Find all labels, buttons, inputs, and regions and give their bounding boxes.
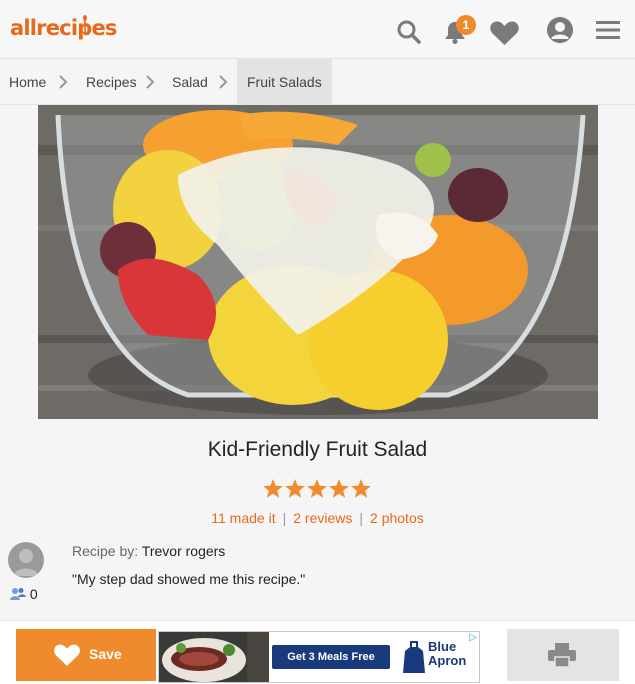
recipe-photo[interactable] — [38, 105, 598, 419]
apron-icon — [403, 641, 425, 673]
author-name[interactable]: Trevor rogers — [142, 543, 226, 559]
action-bar: Save Get 3 Meals Free Blue Apron ▷ — [0, 620, 635, 684]
printer-icon — [548, 643, 576, 667]
print-button[interactable] — [507, 629, 619, 681]
breadcrumb-fruit-salads[interactable]: Fruit Salads — [237, 59, 332, 104]
recipe-byline: Recipe by: Trevor rogers — [72, 543, 225, 559]
search-icon[interactable] — [396, 19, 422, 45]
ad-cta-button[interactable]: Get 3 Meals Free — [272, 645, 390, 669]
heart-icon[interactable] — [489, 20, 520, 46]
followers-count[interactable]: 0 — [10, 586, 38, 602]
author-avatar[interactable] — [8, 542, 44, 578]
chevron-right-icon — [146, 75, 155, 89]
ad-choices-icon[interactable]: ▷ — [469, 632, 477, 643]
save-label: Save — [89, 646, 122, 662]
ad-brand-line2: Apron — [428, 653, 467, 668]
heart-icon — [54, 644, 80, 666]
author-label: Recipe by: — [72, 543, 139, 559]
chevron-right-icon — [59, 75, 68, 89]
star-icon — [307, 479, 327, 498]
made-it-link[interactable]: 11 made it — [211, 510, 275, 526]
followers-number: 0 — [29, 586, 38, 602]
recipe-title: Kid-Friendly Fruit Salad — [207, 438, 428, 461]
spoon-logo-mark — [83, 15, 87, 34]
allrecipes-logo[interactable]: allrecipes — [10, 16, 117, 40]
chevron-right-icon — [219, 75, 228, 89]
recipe-stats: 11 made it | 2 reviews | 2 photos — [0, 510, 635, 526]
notification-badge: 1 — [456, 15, 476, 35]
star-icon — [285, 479, 305, 498]
star-icon — [351, 479, 371, 498]
ad-brand: Blue Apron — [428, 640, 466, 668]
ad-brand-line1: Blue — [428, 639, 457, 654]
star-icon — [329, 479, 349, 498]
recipe-description: "My step dad showed me this recipe." — [72, 571, 306, 587]
fruit-salad-image — [38, 105, 598, 419]
breadcrumb-home[interactable]: Home — [9, 59, 46, 104]
avatar-icon — [13, 549, 39, 576]
save-button[interactable]: Save — [16, 629, 156, 681]
separator: | — [282, 510, 287, 526]
photos-link[interactable]: 2 photos — [370, 510, 424, 526]
profile-icon[interactable] — [546, 16, 574, 44]
steak-plate-image — [159, 632, 269, 682]
reviews-link[interactable]: 2 reviews — [293, 510, 352, 526]
breadcrumb: Home Recipes Salad Fruit Salads — [0, 59, 635, 105]
menu-icon[interactable] — [596, 20, 620, 40]
rating-stars — [263, 479, 371, 498]
breadcrumb-salad[interactable]: Salad — [172, 59, 208, 104]
top-bar: allrecipes 1 — [0, 0, 635, 59]
breadcrumb-recipes[interactable]: Recipes — [86, 59, 137, 104]
ad-banner[interactable]: Get 3 Meals Free Blue Apron ▷ — [158, 631, 480, 683]
separator: | — [359, 510, 364, 526]
followers-icon — [10, 588, 26, 600]
star-icon — [263, 479, 283, 498]
